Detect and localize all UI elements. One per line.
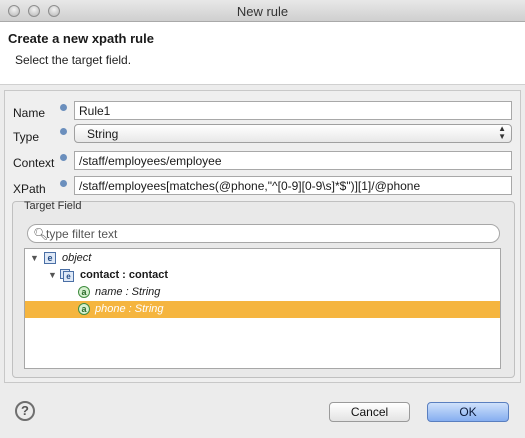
select-arrows-icon: ▲ ▼ <box>498 124 506 141</box>
element-icon: e <box>44 252 56 264</box>
xpath-field[interactable]: /staff/employees[matches(@phone,"^[0-9][… <box>74 176 512 195</box>
tree-row-object[interactable]: ▼ e object <box>25 250 500 267</box>
filter-input[interactable] <box>46 227 486 241</box>
filter-box: 🔍︎ <box>27 224 500 243</box>
context-label: Context <box>13 156 55 170</box>
dialog-title: Create a new xpath rule <box>8 31 154 46</box>
ok-button[interactable]: OK <box>427 402 509 422</box>
attribute-icon: a <box>78 303 90 315</box>
dialog-header: Create a new xpath rule Select the targe… <box>0 22 525 85</box>
window-title: New rule <box>236 4 289 19</box>
type-select-value: String <box>87 127 119 141</box>
field-tree: ▼ e object ▼ e contact : contact a name … <box>24 248 501 369</box>
cancel-button[interactable]: Cancel <box>329 402 410 422</box>
help-button[interactable]: ? <box>15 401 35 421</box>
info-icon <box>60 180 67 187</box>
attribute-icon: a <box>78 286 90 298</box>
tree-row-contact[interactable]: ▼ e contact : contact <box>25 267 500 284</box>
title-bar: New rule <box>0 0 525 22</box>
name-label: Name <box>13 106 46 120</box>
info-icon <box>60 154 67 161</box>
complex-element-icon: e <box>60 269 75 282</box>
type-select[interactable]: String ▲ ▼ <box>74 124 512 143</box>
tree-item-label: phone : String <box>95 303 164 315</box>
tree-item-label: name : String <box>95 286 161 298</box>
xpath-label: XPath <box>13 182 46 196</box>
tree-row-phone[interactable]: a phone : String <box>25 301 500 318</box>
expand-arrow-icon[interactable]: ▼ <box>48 270 57 280</box>
dialog-subtitle: Select the target field. <box>15 53 132 67</box>
info-icon <box>60 104 67 111</box>
context-field[interactable]: /staff/employees/employee <box>74 151 512 170</box>
type-label: Type <box>13 130 40 144</box>
name-field[interactable]: Rule1 <box>74 101 512 120</box>
tree-item-label: object <box>62 252 92 264</box>
expand-arrow-icon[interactable]: ▼ <box>30 253 39 263</box>
target-field-label: Target Field <box>24 200 82 212</box>
tree-item-label: contact : contact <box>80 269 169 281</box>
tree-row-name[interactable]: a name : String <box>25 284 500 301</box>
info-icon <box>60 128 67 135</box>
